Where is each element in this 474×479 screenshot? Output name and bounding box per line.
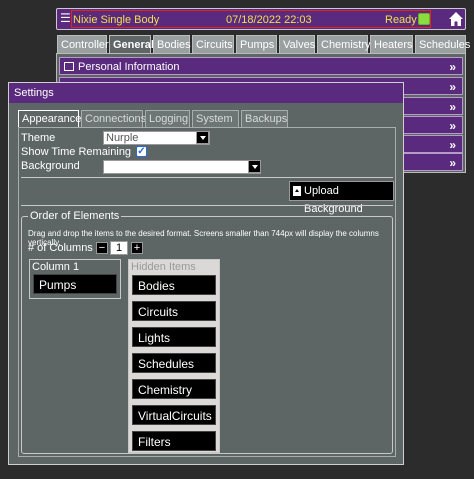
system-datetime: 07/18/2022 22:03 — [226, 14, 312, 26]
expand-icon[interactable]: » — [449, 136, 456, 154]
hamburger-menu-icon[interactable]: ☰ — [60, 12, 71, 24]
upload-label: Upload Background — [304, 185, 363, 215]
element-chip-circuits[interactable]: Circuits — [132, 301, 216, 321]
home-icon[interactable] — [448, 11, 464, 27]
dialog-title[interactable]: Settings — [9, 83, 403, 103]
expand-icon[interactable]: » — [449, 154, 456, 172]
divider — [21, 205, 393, 206]
element-chip-filters[interactable]: Filters — [132, 431, 216, 451]
status-led-icon — [418, 13, 430, 25]
divider — [21, 177, 393, 178]
tab-valves[interactable]: Valves — [279, 35, 315, 53]
column-1-title: Column 1 — [32, 261, 80, 273]
expand-icon[interactable]: » — [449, 98, 456, 116]
tab-logging[interactable]: Logging — [145, 110, 190, 127]
show-time-label: Show Time Remaining — [21, 146, 132, 158]
expand-icon[interactable]: » — [449, 78, 456, 96]
tab-heaters[interactable]: Heaters — [370, 35, 413, 53]
element-chip-schedules[interactable]: Schedules — [132, 353, 216, 373]
element-chip-bodies[interactable]: Bodies — [132, 275, 216, 295]
background-label: Background — [21, 160, 80, 172]
tab-circuits[interactable]: Circuits — [192, 35, 234, 53]
chevron-down-icon[interactable] — [248, 160, 261, 173]
settings-dialog: Settings Appearance Connections Logging … — [8, 82, 404, 465]
element-chip-lights[interactable]: Lights — [132, 327, 216, 347]
tab-system[interactable]: System — [192, 110, 239, 127]
top-bar: ☰ Nixie Single Body 07/18/2022 22:03 Rea… — [56, 8, 466, 30]
chevron-down-icon[interactable] — [196, 131, 209, 144]
element-chip-virtualcircuits[interactable]: VirtualCircuits — [132, 405, 216, 425]
upload-background-button[interactable]: Upload Background — [289, 181, 394, 215]
expand-icon[interactable]: » — [449, 58, 456, 76]
show-time-checkbox[interactable]: ✓ — [136, 146, 147, 157]
expand-icon[interactable]: » — [449, 117, 456, 135]
appearance-panel: Theme Nurple Show Time Remaining ✓ Backg… — [18, 127, 396, 457]
tab-general[interactable]: General — [109, 35, 154, 53]
column-1: Column 1 Pumps — [29, 259, 121, 299]
tab-controller[interactable]: Controller — [57, 35, 109, 53]
theme-label: Theme — [21, 132, 56, 144]
tab-pumps[interactable]: Pumps — [236, 35, 277, 53]
tab-bodies[interactable]: Bodies — [153, 35, 191, 53]
section-personal-information[interactable]: Personal Information » — [59, 57, 463, 75]
tab-connections[interactable]: Connections — [81, 110, 146, 127]
columns-value[interactable]: 1 — [110, 241, 128, 255]
hidden-items: Hidden Items Bodies Circuits Lights Sche… — [128, 259, 220, 453]
theme-select[interactable]: Nurple — [103, 131, 210, 145]
section-label: Personal Information — [78, 61, 180, 73]
tab-schedules[interactable]: Schedules — [415, 35, 470, 53]
tab-backups[interactable]: Backups — [241, 110, 288, 127]
order-legend: Order of Elements — [28, 210, 122, 222]
system-name: Nixie Single Body — [73, 14, 160, 26]
element-chip-pumps[interactable]: Pumps — [33, 274, 117, 294]
tab-chemistry[interactable]: Chemistry — [317, 35, 371, 53]
columns-label: # of Columns — [28, 242, 93, 254]
element-chip-chemistry[interactable]: Chemistry — [132, 379, 216, 399]
hidden-items-title: Hidden Items — [131, 261, 196, 273]
system-status: Ready — [385, 14, 417, 26]
upload-file-icon — [293, 186, 301, 196]
system-status-bar: Nixie Single Body 07/18/2022 22:03 Ready — [71, 10, 431, 28]
tab-appearance[interactable]: Appearance — [18, 110, 81, 127]
order-of-elements: Order of Elements Drag and drop the item… — [21, 210, 393, 454]
decrease-columns-button[interactable]: − — [96, 242, 108, 254]
document-icon — [64, 62, 74, 71]
increase-columns-button[interactable]: + — [131, 242, 143, 254]
background-select[interactable] — [103, 160, 261, 174]
